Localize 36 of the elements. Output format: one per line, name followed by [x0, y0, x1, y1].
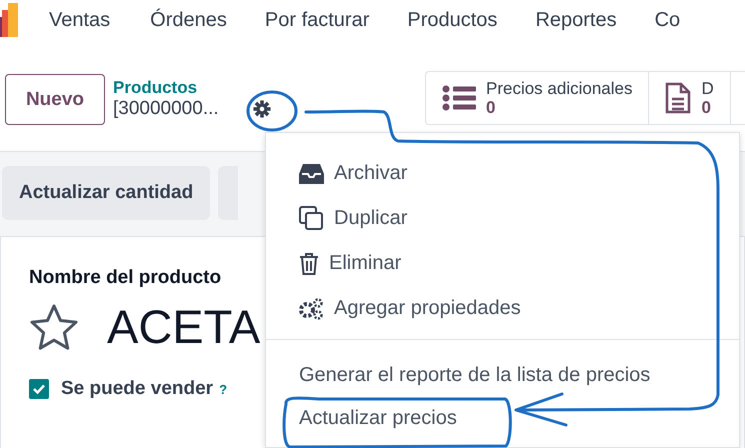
menu-item[interactable]: Eliminar — [266, 241, 739, 286]
menu-item[interactable]: Por facturar — [264, 8, 370, 32]
trash-icon — [299, 252, 319, 274]
breadcrumb-link[interactable]: Productos — [113, 78, 271, 98]
menu-item[interactable]: Duplicar — [266, 196, 739, 241]
menu-item[interactable]: Actualizar precios — [266, 397, 739, 440]
smart-button-label: D — [701, 78, 714, 98]
smart-button-count: 0 — [701, 98, 711, 116]
settings-icon[interactable] — [252, 100, 271, 118]
gears-icon — [299, 298, 324, 320]
new-button[interactable]: Nuevo — [5, 74, 105, 125]
menu-item[interactable]: Generar el reporte de la lista de precios — [266, 354, 739, 397]
inbox-icon — [299, 162, 324, 184]
record-name: [30000000... — [113, 98, 219, 120]
app-logo-icon[interactable] — [0, 3, 18, 37]
star-icon[interactable] — [29, 302, 79, 350]
menu-item[interactable]: Reportes — [535, 8, 617, 32]
menu-item[interactable]: Agregar propiedades — [266, 286, 739, 331]
product-name: ACETA — [107, 299, 260, 354]
copy-icon — [299, 206, 324, 231]
checkbox-label: Se puede vender — [61, 378, 214, 400]
smart-button-label: Precios adicionales — [486, 78, 632, 98]
menu-item[interactable]: Archivar — [266, 151, 739, 196]
smart-button[interactable]: D 0 — [649, 72, 731, 124]
menu-item[interactable]: Órdenes — [150, 8, 227, 32]
app-name[interactable]: Ventas — [49, 8, 110, 32]
action-button[interactable]: Actualizar cantidad — [2, 166, 210, 220]
smart-button[interactable]: Precios adicionales 0 — [426, 72, 650, 124]
menu-item[interactable]: Co — [654, 8, 680, 32]
smart-button-count: 0 — [486, 98, 496, 116]
field-label: Nombre del producto — [29, 267, 222, 289]
menu-item[interactable]: Productos — [407, 8, 498, 32]
list-icon — [442, 84, 476, 110]
help-icon[interactable]: ? — [219, 382, 228, 396]
document-icon — [665, 82, 692, 114]
checkbox[interactable] — [29, 379, 49, 399]
